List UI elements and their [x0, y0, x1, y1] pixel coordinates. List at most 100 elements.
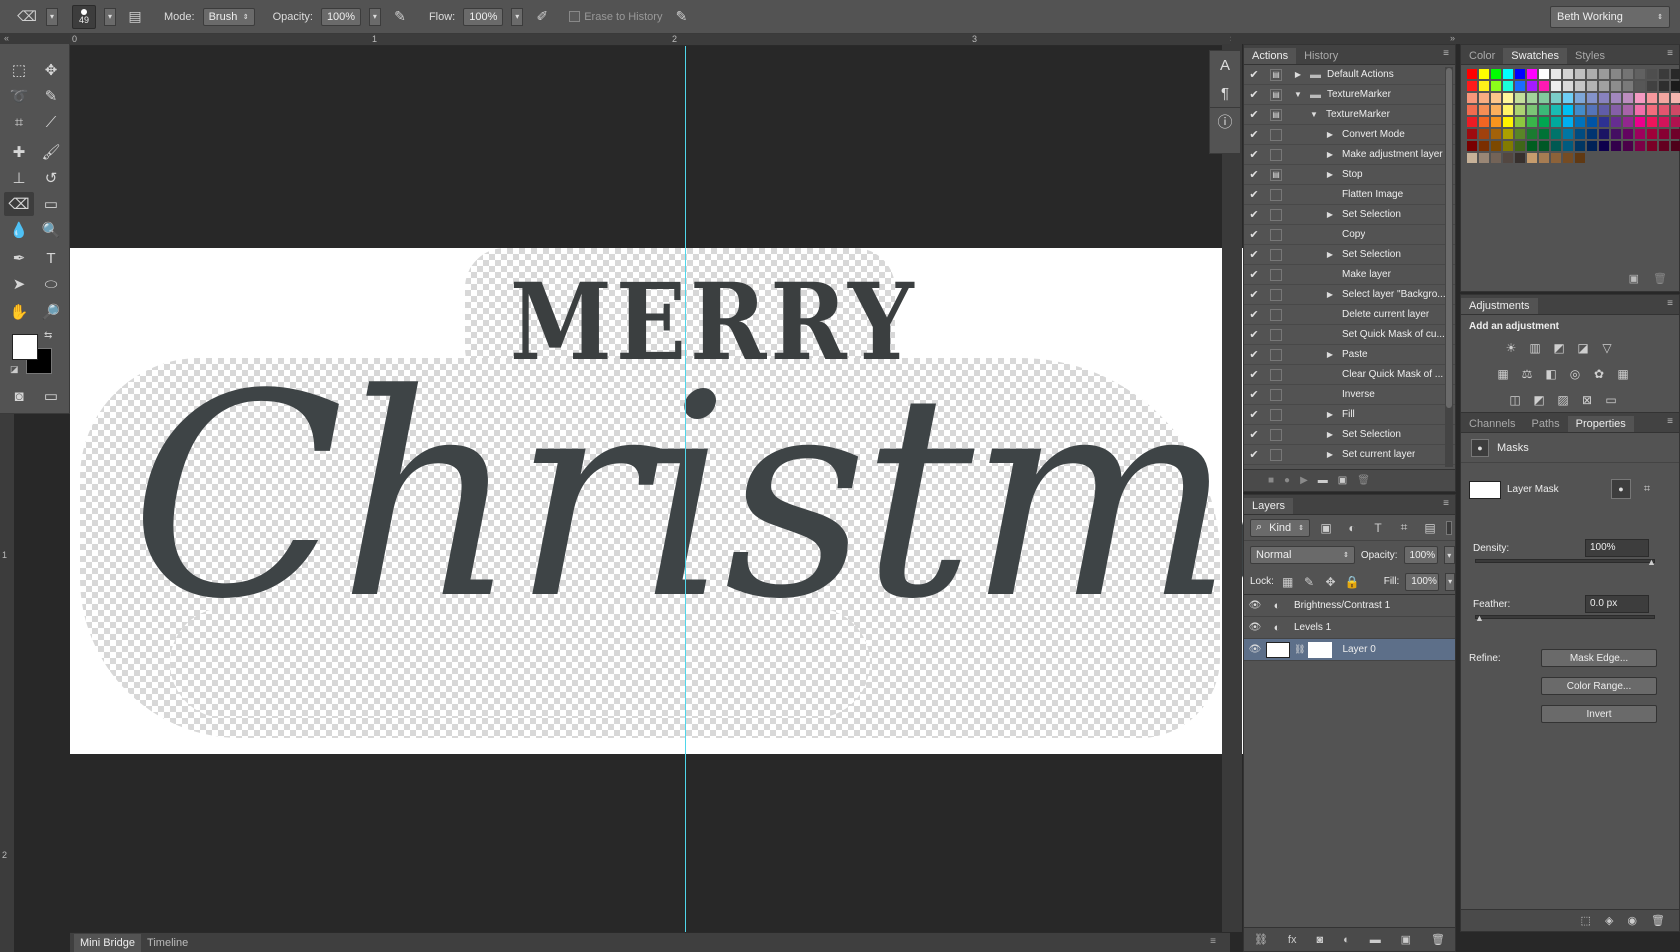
- color-swatch[interactable]: [1503, 153, 1513, 163]
- dialog-toggle-icon[interactable]: ▤: [1270, 108, 1282, 121]
- brush-picker-dropdown[interactable]: ▾: [104, 7, 116, 26]
- action-enabled-checkmark-icon[interactable]: ✔: [1244, 448, 1264, 461]
- color-swatch[interactable]: [1491, 153, 1501, 163]
- color-swatch[interactable]: [1515, 81, 1525, 91]
- color-swatch[interactable]: [1539, 153, 1549, 163]
- dialog-toggle-icon[interactable]: [1270, 308, 1282, 321]
- color-swatch[interactable]: [1635, 69, 1645, 79]
- color-swatch[interactable]: [1659, 81, 1669, 91]
- tab-history[interactable]: History: [1296, 48, 1346, 64]
- eraser-tool-icon[interactable]: ⌫: [16, 6, 38, 28]
- dialog-toggle-icon[interactable]: [1270, 248, 1282, 261]
- action-row[interactable]: ✔ Make layer: [1244, 265, 1455, 285]
- color-swatch[interactable]: [1503, 93, 1513, 103]
- color-swatch[interactable]: [1635, 93, 1645, 103]
- paragraph-panel-icon[interactable]: ¶: [1210, 79, 1240, 107]
- tool-preset-dropdown[interactable]: ▾: [46, 7, 58, 26]
- pressure-size-icon[interactable]: ✎: [670, 6, 692, 28]
- color-swatch[interactable]: [1467, 129, 1477, 139]
- action-row[interactable]: ✔ Set Quick Mask of cu...: [1244, 325, 1455, 345]
- color-swatch[interactable]: [1659, 93, 1669, 103]
- color-swatch[interactable]: [1539, 105, 1549, 115]
- dialog-toggle-icon[interactable]: ▤: [1270, 168, 1282, 181]
- color-swatch[interactable]: [1479, 69, 1489, 79]
- select-pixel-mask-icon[interactable]: ●: [1611, 479, 1631, 499]
- action-row[interactable]: ✔ ▶ Convert Mode: [1244, 125, 1455, 145]
- color-swatch[interactable]: [1623, 93, 1633, 103]
- color-swatch[interactable]: [1491, 117, 1501, 127]
- mask-link-icon[interactable]: ⛓: [1294, 644, 1305, 655]
- color-swatch[interactable]: [1575, 81, 1585, 91]
- density-slider[interactable]: [1475, 559, 1655, 563]
- color-swatch[interactable]: [1563, 153, 1573, 163]
- color-swatch[interactable]: [1575, 141, 1585, 151]
- color-swatch[interactable]: [1491, 129, 1501, 139]
- expand-triangle-icon[interactable]: ▶: [1324, 210, 1336, 219]
- action-enabled-checkmark-icon[interactable]: ✔: [1244, 308, 1264, 321]
- play-icon[interactable]: ▶: [1300, 475, 1308, 486]
- quick-selection-tool-icon[interactable]: ✎: [36, 84, 66, 108]
- color-swatch[interactable]: [1551, 69, 1561, 79]
- color-swatch[interactable]: [1515, 93, 1525, 103]
- color-swatch[interactable]: [1515, 141, 1525, 151]
- flow-dropdown[interactable]: ▾: [511, 7, 524, 26]
- dialog-toggle-icon[interactable]: [1270, 428, 1282, 441]
- color-swatch[interactable]: [1551, 81, 1561, 91]
- color-swatch[interactable]: [1539, 93, 1549, 103]
- color-swatch[interactable]: [1503, 117, 1513, 127]
- tab-styles[interactable]: Styles: [1567, 48, 1613, 64]
- color-swatch[interactable]: [1647, 117, 1657, 127]
- color-swatch[interactable]: [1479, 93, 1489, 103]
- density-slider-thumb[interactable]: ▲: [1647, 557, 1656, 567]
- dialog-toggle-icon[interactable]: [1270, 348, 1282, 361]
- color-swatch[interactable]: [1611, 81, 1621, 91]
- action-enabled-checkmark-icon[interactable]: ✔: [1244, 368, 1264, 381]
- healing-brush-tool-icon[interactable]: ✚: [4, 140, 34, 164]
- color-swatch[interactable]: [1587, 105, 1597, 115]
- screen-mode-icon[interactable]: ▭: [36, 384, 66, 408]
- action-row[interactable]: ✔ ▤ ▼ ▬ TextureMarker: [1244, 85, 1455, 105]
- expand-triangle-icon[interactable]: ▶: [1324, 150, 1336, 159]
- lasso-tool-icon[interactable]: ➰: [4, 84, 34, 108]
- gradient-tool-icon[interactable]: ▭: [36, 192, 66, 216]
- color-swatch[interactable]: [1479, 153, 1489, 163]
- color-swatch[interactable]: [1515, 129, 1525, 139]
- zoom-tool-icon[interactable]: 🔎: [36, 300, 66, 324]
- color-swatch[interactable]: [1623, 117, 1633, 127]
- expand-triangle-icon[interactable]: ▶: [1324, 250, 1336, 259]
- dialog-toggle-icon[interactable]: [1270, 388, 1282, 401]
- link-layers-icon[interactable]: ⛓: [1254, 933, 1268, 946]
- action-enabled-checkmark-icon[interactable]: ✔: [1244, 388, 1264, 401]
- color-swatch[interactable]: [1551, 141, 1561, 151]
- color-swatch[interactable]: [1479, 129, 1489, 139]
- toggle-mask-visibility-icon[interactable]: ◉: [1627, 914, 1637, 927]
- color-swatch[interactable]: [1551, 129, 1561, 139]
- clone-stamp-tool-icon[interactable]: ⊥: [4, 166, 34, 190]
- action-enabled-checkmark-icon[interactable]: ✔: [1244, 348, 1264, 361]
- color-swatch[interactable]: [1563, 69, 1573, 79]
- color-swatch[interactable]: [1599, 117, 1609, 127]
- action-row[interactable]: ✔ Flatten Image: [1244, 185, 1455, 205]
- dialog-toggle-icon[interactable]: [1270, 208, 1282, 221]
- color-swatch[interactable]: [1671, 141, 1680, 151]
- color-swatch[interactable]: [1467, 93, 1477, 103]
- action-enabled-checkmark-icon[interactable]: ✔: [1244, 428, 1264, 441]
- color-swatch[interactable]: [1503, 129, 1513, 139]
- density-input[interactable]: 100%: [1585, 539, 1649, 557]
- action-row[interactable]: ✔ ▶ Set current layer: [1244, 445, 1455, 465]
- workspace-switcher[interactable]: Beth Working ⇕: [1550, 6, 1670, 28]
- layer-opacity-input[interactable]: 100%: [1403, 546, 1438, 564]
- action-row[interactable]: ✔ ▤ ▶ Stop: [1244, 165, 1455, 185]
- collapse-right-icon[interactable]: »: [1450, 33, 1455, 43]
- curves-icon[interactable]: ◩: [1549, 338, 1569, 358]
- color-swatch[interactable]: [1647, 81, 1657, 91]
- levels-icon[interactable]: ▥: [1525, 338, 1545, 358]
- color-swatch[interactable]: [1623, 69, 1633, 79]
- color-swatch[interactable]: [1527, 141, 1537, 151]
- gradient-map-icon[interactable]: ▭: [1601, 390, 1621, 410]
- flow-input[interactable]: 100%: [463, 7, 504, 26]
- color-swatch[interactable]: [1671, 81, 1680, 91]
- mask-edge-button[interactable]: Mask Edge...: [1541, 649, 1657, 667]
- erase-to-history-option[interactable]: Erase to History: [569, 11, 662, 23]
- color-swatch[interactable]: [1611, 105, 1621, 115]
